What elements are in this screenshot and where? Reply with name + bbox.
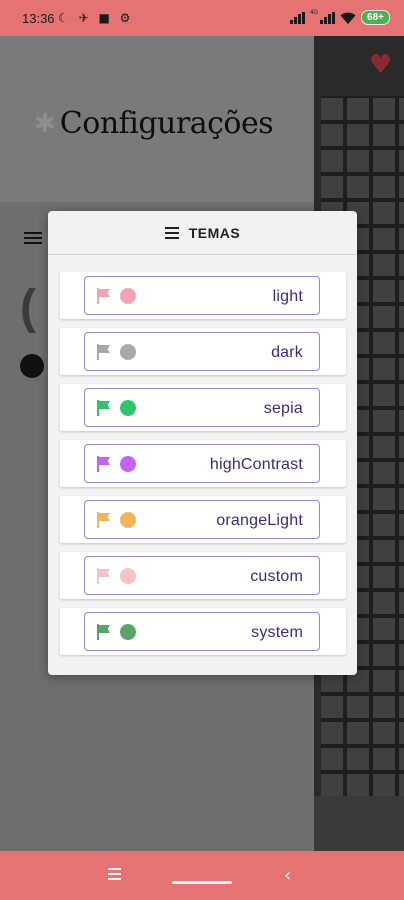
flag-icon — [97, 512, 111, 528]
theme-row: system — [60, 608, 346, 655]
color-dot-icon — [120, 624, 136, 640]
flag-icon — [97, 344, 111, 360]
notification-icons: ☾ ✈ ■ ⚙ — [58, 11, 134, 25]
theme-row: custom — [60, 552, 346, 599]
color-dot-icon — [120, 568, 136, 584]
theme-button-system[interactable]: system — [84, 612, 320, 651]
gear-icon: ✱ — [34, 108, 56, 139]
color-dot-icon — [120, 288, 136, 304]
theme-row: dark — [60, 328, 346, 375]
recent-apps-icon[interactable] — [108, 868, 121, 883]
signal-icon-2 — [320, 11, 336, 24]
background-logo: ( — [20, 281, 36, 334]
flag-icon — [97, 400, 111, 416]
flag-icon — [97, 288, 111, 304]
theme-button-custom[interactable]: custom — [84, 556, 320, 595]
page-title-text: Configurações — [59, 106, 274, 141]
network-label: 4G — [310, 10, 319, 16]
theme-row: highContrast — [60, 440, 346, 487]
page-title: ✱ Configurações — [34, 106, 274, 141]
theme-row: orangeLight — [60, 496, 346, 543]
themes-dialog: TEMAS light dark sepia highContrast oran… — [48, 211, 357, 675]
signal-icon — [290, 11, 306, 24]
color-dot-icon — [120, 456, 136, 472]
theme-label: system — [251, 624, 303, 641]
app-header: ✱ Configurações — [0, 36, 314, 202]
theme-list: light dark sepia highContrast orangeLigh… — [60, 272, 346, 664]
theme-label: dark — [271, 344, 303, 361]
color-dot-icon — [120, 512, 136, 528]
theme-button-light[interactable]: light — [84, 276, 320, 315]
flag-icon — [97, 624, 111, 640]
menu-icon — [164, 226, 179, 239]
color-dot-icon — [120, 344, 136, 360]
flag-icon — [97, 456, 111, 472]
dialog-header: TEMAS — [48, 211, 357, 255]
status-bar: 13:36 ☾ ✈ ■ ⚙ 4G 68+ — [0, 0, 404, 36]
menu-icon[interactable] — [24, 232, 42, 247]
theme-label: highContrast — [209, 456, 303, 473]
theme-label: orangeLight — [216, 512, 303, 529]
theme-row: sepia — [60, 384, 346, 431]
game-footer — [314, 796, 404, 851]
theme-button-high-contrast[interactable]: highContrast — [84, 444, 320, 483]
heart-icon: ♥ — [369, 50, 393, 80]
back-icon[interactable]: ‹ — [284, 865, 291, 886]
theme-button-orange-light[interactable]: orangeLight — [84, 500, 320, 539]
dialog-title: TEMAS — [188, 224, 241, 241]
theme-label: custom — [250, 568, 303, 585]
status-time: 13:36 — [22, 11, 55, 26]
theme-button-sepia[interactable]: sepia — [84, 388, 320, 427]
wifi-icon — [340, 12, 356, 24]
theme-label: sepia — [263, 400, 303, 417]
color-dot-icon — [120, 400, 136, 416]
battery-indicator: 68+ — [361, 10, 390, 25]
flag-icon — [97, 568, 111, 584]
theme-row: light — [60, 272, 346, 319]
theme-label: light — [272, 288, 303, 305]
theme-button-dark[interactable]: dark — [84, 332, 320, 371]
system-nav-bar: ‹ — [0, 851, 404, 900]
home-gesture-bar[interactable] — [172, 881, 232, 884]
status-right: 4G 68+ — [290, 10, 390, 25]
